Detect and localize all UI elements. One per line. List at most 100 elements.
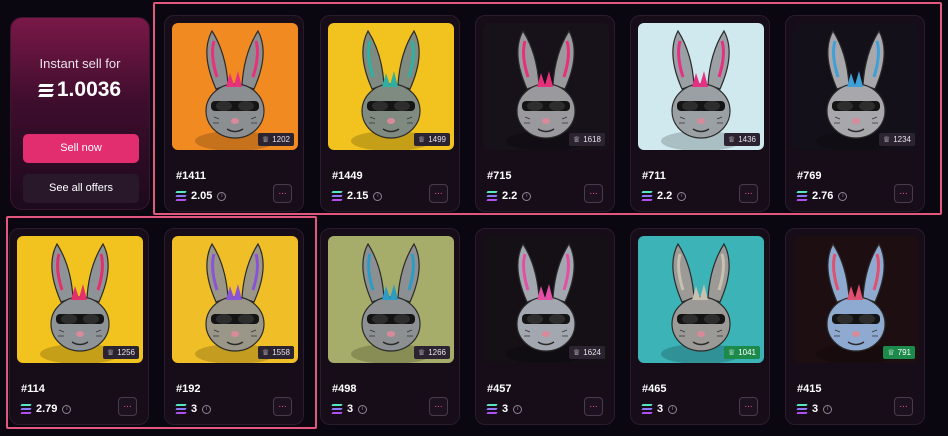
more-options-button[interactable]: ... — [273, 397, 292, 416]
nft-image[interactable]: ♕ 1618 — [483, 23, 609, 150]
rank-value: 1256 — [117, 348, 135, 357]
nft-image[interactable]: ♕ 1234 — [793, 23, 919, 150]
trophy-icon: ♕ — [887, 348, 895, 357]
info-icon[interactable]: i — [522, 191, 532, 201]
nft-card[interactable]: ♕ 1618 #715 2.2 i ... — [475, 15, 615, 212]
rank-badge: ♕ 1256 — [103, 346, 139, 359]
nft-price: 2.2 — [502, 190, 518, 202]
price-row: 2.79 i — [20, 403, 72, 415]
nft-name: #465 — [642, 383, 667, 395]
solana-icon — [331, 404, 343, 414]
nft-image[interactable]: ♕ 1558 — [172, 236, 298, 363]
solana-icon — [796, 404, 808, 414]
nft-card[interactable]: ♕ 1202 #1411 2.05 i ... — [164, 15, 304, 212]
instant-sell-price-row: 1.0036 — [11, 78, 149, 102]
rank-value: 1624 — [583, 348, 601, 357]
nft-price: 2.05 — [191, 190, 213, 202]
rank-value: 1234 — [893, 135, 911, 144]
info-icon[interactable]: i — [217, 191, 227, 201]
nft-price: 3 — [347, 403, 354, 415]
info-icon[interactable]: i — [62, 404, 72, 414]
nft-image[interactable]: ♕ 791 — [793, 236, 919, 363]
nft-name: #415 — [797, 383, 822, 395]
nft-card[interactable]: ♕ 1041 #465 3 i ... — [630, 228, 770, 425]
price-row: 3 i — [641, 403, 678, 415]
nft-image[interactable]: ♕ 1624 — [483, 236, 609, 363]
nft-price: 3 — [502, 403, 509, 415]
nft-image[interactable]: ♕ 1436 — [638, 23, 764, 150]
info-icon[interactable]: i — [677, 191, 687, 201]
price-row: 3 i — [796, 403, 833, 415]
nft-card[interactable]: ♕ 791 #415 3 i ... — [785, 228, 925, 425]
nft-image[interactable]: ♕ 1499 — [328, 23, 454, 150]
rank-badge: ♕ 1499 — [414, 133, 450, 146]
nft-name: #769 — [797, 170, 822, 182]
price-row: 2.2 i — [486, 190, 532, 202]
rank-value: 1499 — [428, 135, 446, 144]
rank-value: 791 — [897, 348, 911, 357]
rank-badge: ♕ 1266 — [414, 346, 450, 359]
more-options-button[interactable]: ... — [739, 184, 758, 203]
more-options-button[interactable]: ... — [429, 184, 448, 203]
nft-price: 2.15 — [347, 190, 369, 202]
solana-icon — [331, 191, 343, 201]
rank-value: 1202 — [272, 135, 290, 144]
nft-name: #715 — [487, 170, 512, 182]
nft-image[interactable]: ♕ 1202 — [172, 23, 298, 150]
solana-icon — [20, 404, 32, 414]
trophy-icon: ♕ — [728, 348, 736, 357]
nft-name: #1449 — [332, 170, 363, 182]
info-icon[interactable]: i — [838, 191, 848, 201]
more-options-button[interactable]: ... — [894, 184, 913, 203]
rank-value: 1436 — [738, 135, 756, 144]
nft-card[interactable]: ♕ 1266 #498 3 i ... — [320, 228, 460, 425]
nft-name: #1411 — [176, 170, 206, 182]
nft-card[interactable]: ♕ 1436 #711 2.2 i ... — [630, 15, 770, 212]
solana-icon — [486, 191, 498, 201]
price-row: 2.15 i — [331, 190, 383, 202]
nft-name: #457 — [487, 383, 512, 395]
nft-card[interactable]: ♕ 1256 #114 2.79 i ... — [9, 228, 149, 425]
info-icon[interactable]: i — [373, 191, 383, 201]
price-row: 3 i — [175, 403, 212, 415]
nft-price: 3 — [812, 403, 819, 415]
more-options-button[interactable]: ... — [273, 184, 292, 203]
nft-image[interactable]: ♕ 1266 — [328, 236, 454, 363]
trophy-icon: ♕ — [573, 348, 581, 357]
more-options-button[interactable]: ... — [894, 397, 913, 416]
trophy-icon: ♕ — [883, 135, 891, 144]
solana-icon — [641, 404, 653, 414]
info-icon[interactable]: i — [513, 404, 523, 414]
nft-price: 2.79 — [36, 403, 58, 415]
sell-now-button[interactable]: Sell now — [23, 134, 139, 163]
info-icon[interactable]: i — [358, 404, 368, 414]
instant-sell-panel: Instant sell for 1.0036 Sell now See all… — [10, 17, 150, 210]
nft-price: 2.76 — [812, 190, 834, 202]
more-options-button[interactable]: ... — [584, 184, 603, 203]
info-icon[interactable]: i — [202, 404, 212, 414]
nft-price: 3 — [191, 403, 198, 415]
price-row: 2.76 i — [796, 190, 848, 202]
info-icon[interactable]: i — [668, 404, 678, 414]
more-options-button[interactable]: ... — [739, 397, 758, 416]
info-icon[interactable]: i — [823, 404, 833, 414]
rank-value: 1618 — [583, 135, 601, 144]
rank-badge: ♕ 1618 — [569, 133, 605, 146]
nft-card[interactable]: ♕ 1499 #1449 2.15 i ... — [320, 15, 460, 212]
nft-image[interactable]: ♕ 1256 — [17, 236, 143, 363]
solana-icon — [486, 404, 498, 414]
solana-icon — [796, 191, 808, 201]
see-all-offers-button[interactable]: See all offers — [23, 174, 139, 203]
rank-badge: ♕ 1624 — [569, 346, 605, 359]
nft-card[interactable]: ♕ 1234 #769 2.76 i ... — [785, 15, 925, 212]
nft-card[interactable]: ♕ 1624 #457 3 i ... — [475, 228, 615, 425]
nft-price: 3 — [657, 403, 664, 415]
nft-card[interactable]: ♕ 1558 #192 3 i ... — [164, 228, 304, 425]
rank-badge: ♕ 1041 — [724, 346, 760, 359]
more-options-button[interactable]: ... — [584, 397, 603, 416]
more-options-button[interactable]: ... — [429, 397, 448, 416]
more-options-button[interactable]: ... — [118, 397, 137, 416]
price-row: 2.05 i — [175, 190, 227, 202]
rank-value: 1266 — [428, 348, 446, 357]
nft-image[interactable]: ♕ 1041 — [638, 236, 764, 363]
